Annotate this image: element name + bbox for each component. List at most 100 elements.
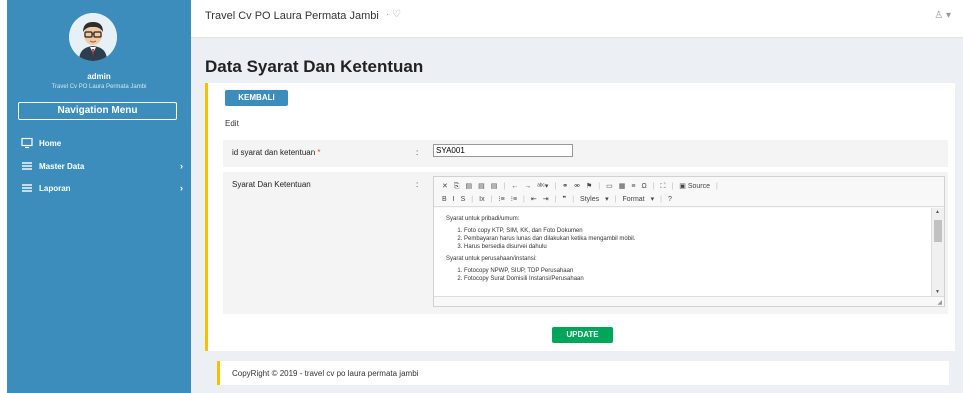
toolbar-button[interactable]: → [524, 183, 531, 190]
copyright-text: CopyRight © 2019 - travel cv po laura pe… [232, 369, 419, 378]
sidebar-item-label: Laporan [39, 184, 71, 193]
toolbar-separator: | [471, 196, 474, 203]
list-item: Fotocopy NPWP, SIUP, TDP Perusahaan [464, 267, 919, 275]
user-avatar-icon [69, 13, 117, 61]
scroll-up-icon[interactable]: ▲ [935, 209, 940, 215]
editor-scrollbar[interactable]: ▲ ▼ [931, 208, 944, 296]
toolbar-button[interactable]: Format [622, 196, 644, 203]
bars-icon [22, 184, 32, 192]
toolbar-separator: | [503, 183, 506, 190]
update-button[interactable]: UPDATE [552, 327, 613, 343]
toolbar-button[interactable]: ✕ [442, 183, 448, 190]
toolbar-separator: | [716, 183, 718, 190]
monitor-icon [21, 137, 33, 149]
scroll-down-icon[interactable]: ▼ [935, 289, 940, 295]
toolbar-button[interactable]: ⁝≡ [498, 196, 504, 203]
terms-heading-company: Syarat untuk perusahaan/instansi: [446, 256, 537, 262]
toolbar-button[interactable]: ? [668, 196, 672, 203]
list-item: Harus bersedia disurvei dahulu [464, 243, 919, 251]
sidebar-item-label: Home [39, 139, 62, 148]
sidebar: admin Travel Cv PO Laura Permata Jambi N… [7, 0, 191, 393]
toolbar-button[interactable]: ⇤ [531, 196, 537, 203]
chevron-right-icon: › [180, 183, 183, 193]
toolbar-button[interactable]: ⚭ [562, 183, 568, 190]
toolbar-button[interactable]: ▤ [491, 183, 498, 190]
list-item: Fotocopy Surat Domisili Instansi/Perusah… [464, 275, 919, 283]
editor-content[interactable]: Syarat untuk pribadi/umum: Foto copy KTP… [434, 208, 931, 296]
form-box: KEMBALI Edit id syarat dan ketentuan * :… [205, 83, 955, 351]
toolbar-button[interactable]: ⚮ [574, 183, 580, 190]
list-item: Foto copy KTP, SIM, KK, dan Foto Dokumen [464, 227, 919, 235]
toolbar-button[interactable]: ▤ [478, 183, 485, 190]
top-header: Travel Cv PO Laura Permata Jambi · ♡ ♙ ▾ [191, 0, 963, 38]
sidebar-item-home[interactable]: Home [7, 136, 191, 154]
terms-list-personal: Foto copy KTP, SIM, KK, dan Foto Dokumen… [464, 227, 919, 251]
editor-toolbar: ✕ ⎘ ▤ ▤ ▤ | ← → ᵃᵇᶜ▾ | ⚭ ⚮ ⚑ | ▭ ▦ ≡ Ω | ⛶ | ▣ Source | B I S | Ix… [434, 177, 944, 207]
toolbar-separator: | [572, 196, 575, 203]
heart-icon: · ♡ [386, 9, 402, 20]
footer: CopyRight © 2019 - travel cv po laura pe… [217, 361, 949, 385]
avatar [69, 13, 117, 61]
toolbar-button[interactable]: ▾ [605, 196, 609, 203]
toolbar-button[interactable]: ▤ [465, 183, 472, 190]
id-syarat-input[interactable] [433, 144, 573, 157]
terms-heading-personal: Syarat untuk pribadi/umum: [446, 216, 520, 222]
edit-label: Edit [225, 119, 239, 128]
toolbar-button[interactable]: ▭ [606, 183, 613, 190]
toolbar-button[interactable]: ⛶ [661, 183, 666, 190]
toolbar-button[interactable]: ▣ Source [679, 183, 710, 190]
sidebar-item-master-data[interactable]: Master Data › [7, 159, 191, 177]
required-mark: * [317, 148, 321, 157]
toolbar-button[interactable]: Styles [580, 196, 599, 203]
toolbar-separator: | [490, 196, 493, 203]
toolbar-row-2: B I S | Ix | ⁝≡ ⁝≡ | ⇤ ⇥ | ❞ | Styles ▾ | Format ▾ |? [442, 195, 678, 203]
page-title: Data Syarat Dan Ketentuan [205, 57, 424, 76]
app-frame: admin Travel Cv PO Laura Permata Jambi N… [7, 0, 963, 393]
back-button[interactable]: KEMBALI [225, 90, 288, 106]
rich-text-editor: ✕ ⎘ ▤ ▤ ▤ | ← → ᵃᵇᶜ▾ | ⚭ ⚮ ⚑ | ▭ ▦ ≡ Ω | ⛶ | ▣ Source | B I S | Ix… [433, 176, 945, 307]
toolbar-button[interactable]: ❞ [562, 196, 566, 203]
toolbar-button[interactable]: ᵃᵇᶜ▾ [537, 183, 548, 190]
toolbar-separator: | [598, 183, 601, 190]
toolbar-button[interactable]: ⎘ [454, 183, 460, 190]
terms-field-row: Syarat Dan Ketentuan : ✕ ⎘ ▤ ▤ ▤ | ← → ᵃᵇᶜ▾ | ⚭ ⚮ ⚑ |… [223, 172, 948, 314]
toolbar-button[interactable]: ≡ [631, 183, 635, 190]
toolbar-button[interactable]: ▦ [619, 183, 626, 190]
toolbar-button[interactable]: ▾ [651, 196, 655, 203]
toolbar-button[interactable]: ⇥ [543, 196, 549, 203]
toolbar-button[interactable]: I [453, 196, 455, 203]
id-field-row: id syarat dan ketentuan * : [223, 140, 948, 167]
colon: : [416, 148, 419, 157]
toolbar-button[interactable]: ← [511, 183, 518, 190]
toolbar-separator: | [671, 183, 674, 190]
sidebar-item-laporan[interactable]: Laporan › [7, 181, 191, 199]
terms-list-company: Fotocopy NPWP, SIUP, TDP Perusahaan Foto… [464, 267, 919, 283]
colon: : [416, 180, 419, 189]
list-item: Pembayaran harus lunas dan dilakukan ket… [464, 235, 919, 243]
resize-grip-icon[interactable]: ◢ [937, 299, 942, 306]
toolbar-button[interactable]: B [442, 196, 447, 203]
toolbar-button[interactable]: Ω [641, 183, 646, 190]
toolbar-button[interactable]: ⚑ [586, 183, 592, 190]
scrollbar-thumb[interactable] [934, 220, 942, 242]
toolbar-separator: | [660, 196, 662, 203]
id-field-label: id syarat dan ketentuan * [232, 148, 321, 157]
toolbar-button[interactable]: S [461, 196, 466, 203]
toolbar-button[interactable]: ⁝≡ [511, 196, 517, 203]
toolbar-separator: | [614, 196, 617, 203]
toolbar-separator: | [554, 196, 557, 203]
user-organization: Travel Cv PO Laura Permata Jambi [51, 84, 147, 90]
toolbar-row-1: ✕ ⎘ ▤ ▤ ▤ | ← → ᵃᵇᶜ▾ | ⚭ ⚮ ⚑ | ▭ ▦ ≡ Ω | ⛶ | ▣ Source | [442, 182, 724, 191]
toolbar-separator: | [554, 183, 557, 190]
toolbar-button[interactable]: Ix [479, 196, 484, 203]
editor-resize-bar: ◢ [434, 296, 944, 306]
user-name: admin [87, 72, 111, 81]
user-menu-icon[interactable]: ♙ ▾ [934, 10, 951, 21]
brand-title[interactable]: Travel Cv PO Laura Permata Jambi [205, 10, 379, 22]
toolbar-separator: | [523, 196, 525, 203]
chevron-right-icon: › [180, 161, 183, 171]
bars-icon [22, 162, 32, 170]
sidebar-item-label: Master Data [39, 162, 85, 171]
terms-field-label: Syarat Dan Ketentuan [232, 180, 311, 189]
navigation-menu-header: Navigation Menu [18, 102, 177, 120]
